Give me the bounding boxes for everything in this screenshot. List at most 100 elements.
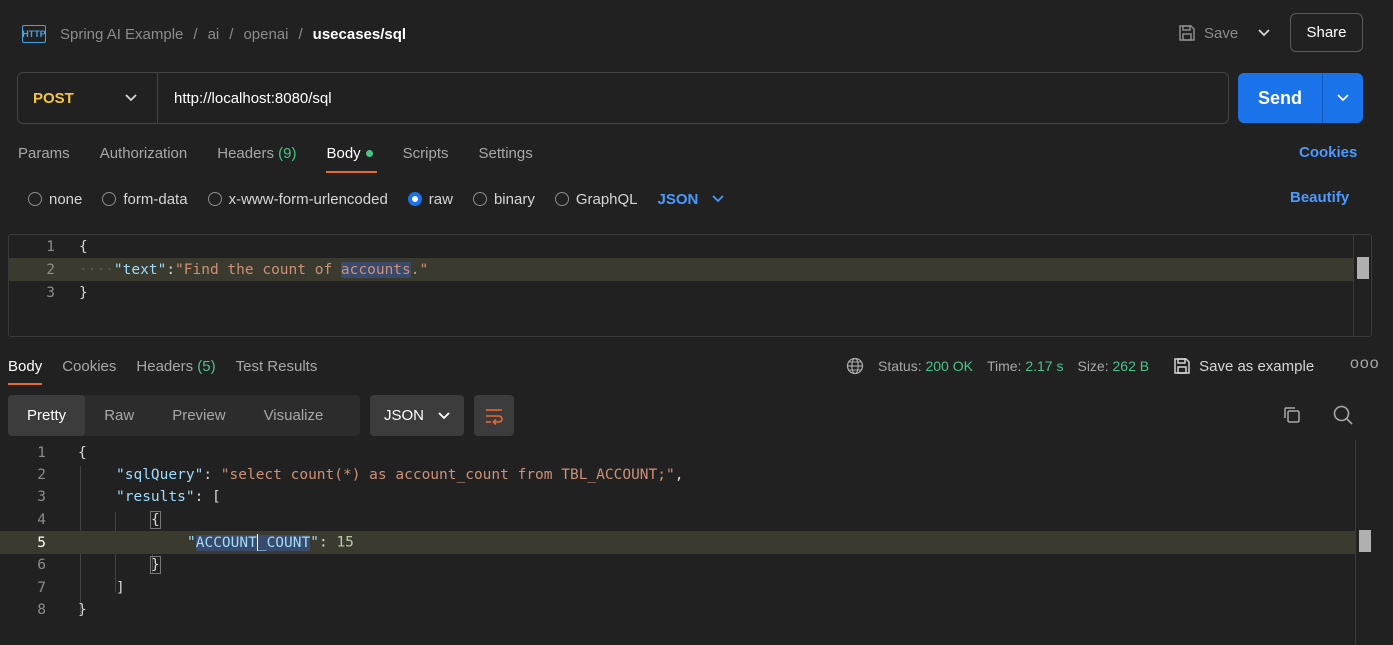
cookies-link[interactable]: Cookies <box>1299 144 1357 161</box>
breadcrumb-folder-openai[interactable]: openai <box>243 26 288 43</box>
send-button[interactable]: Send <box>1238 73 1363 123</box>
breadcrumb-separator: / <box>193 25 198 43</box>
radio-none-label: none <box>49 190 83 208</box>
radio-urlencoded-label: x-www-form-urlencoded <box>228 190 388 208</box>
tab-body[interactable]: Body <box>326 140 377 173</box>
more-options-icon[interactable]: ooo <box>1350 355 1380 373</box>
json-key-highlight: ACCOUNT <box>195 534 257 551</box>
tab-response-headers-label: Headers <box>136 357 194 375</box>
method-select[interactable]: POST <box>18 73 158 123</box>
json-key: "results" <box>116 488 195 505</box>
code-line: 1 { <box>9 235 1353 258</box>
json-string: "Find the count of <box>175 261 341 278</box>
code-text: { <box>78 444 87 461</box>
tab-body-label: Body <box>326 144 361 162</box>
code-line: 3 "results": [ <box>0 485 1355 508</box>
radio-raw-label: raw <box>428 190 453 208</box>
save-icon <box>1174 358 1190 374</box>
save-as-example-button[interactable]: Save as example <box>1173 357 1314 375</box>
response-format-select[interactable]: JSON <box>370 395 464 436</box>
radio-form-data-label: form-data <box>123 190 188 208</box>
url-input[interactable]: http://localhost:8080/sql <box>158 90 332 107</box>
breadcrumb-collection[interactable]: Spring AI Example <box>60 26 183 43</box>
tab-authorization[interactable]: Authorization <box>100 140 188 166</box>
radio-circle-selected <box>407 192 422 206</box>
code-line: 6 } <box>0 553 1355 576</box>
scrollbar-thumb[interactable] <box>1359 530 1371 552</box>
line-number: 3 <box>46 284 55 301</box>
save-options-button[interactable] <box>1248 18 1280 48</box>
body-format-value: JSON <box>657 190 699 208</box>
tab-response-body[interactable]: Body <box>8 354 43 385</box>
tab-params[interactable]: Params <box>18 140 70 166</box>
line-number: 3 <box>37 488 46 505</box>
view-visualize[interactable]: Visualize <box>245 395 343 436</box>
json-colon: : <box>318 534 337 551</box>
time-indicator[interactable]: Time: 2.17 s <box>987 358 1064 374</box>
response-tabs: Body Cookies Headers (5) Test Results <box>8 354 317 388</box>
code-line: 7 ] <box>0 576 1355 599</box>
size-label: Size: <box>1077 358 1109 374</box>
wrap-lines-button[interactable] <box>474 395 514 436</box>
response-scrollbar[interactable] <box>1355 440 1373 645</box>
radio-urlencoded[interactable]: x-www-form-urlencoded <box>207 190 388 208</box>
tab-scripts[interactable]: Scripts <box>403 140 449 166</box>
breadcrumb-folder-ai[interactable]: ai <box>208 26 220 43</box>
json-punct: : [ <box>194 488 221 505</box>
code-text-matched-brace: } <box>150 555 161 574</box>
line-number: 6 <box>37 556 46 573</box>
tab-headers-label: Headers <box>217 144 274 162</box>
request-tabs: Params Authorization Headers (9) Body Sc… <box>18 140 533 174</box>
share-button[interactable]: Share <box>1290 13 1363 52</box>
size-indicator[interactable]: Size: 262 B <box>1077 358 1149 374</box>
copy-icon[interactable] <box>1282 405 1302 425</box>
chevron-down-icon <box>125 94 137 102</box>
radio-binary-label: binary <box>493 190 535 208</box>
line-number: 5 <box>37 534 46 551</box>
breadcrumb-separator: / <box>229 25 234 43</box>
save-button[interactable]: Save <box>1178 20 1238 46</box>
tab-response-cookies[interactable]: Cookies <box>62 354 116 378</box>
globe-icon[interactable] <box>846 357 864 375</box>
tab-test-results[interactable]: Test Results <box>236 354 318 378</box>
json-key-quote: " <box>187 534 196 551</box>
line-number: 4 <box>37 511 46 528</box>
status-indicator[interactable]: Status: 200 OK <box>878 358 973 374</box>
beautify-button[interactable]: Beautify <box>1290 189 1349 206</box>
line-number: 2 <box>46 261 55 278</box>
json-comma: , <box>674 466 684 483</box>
body-type-options: none form-data x-www-form-urlencoded raw… <box>28 188 725 210</box>
code-line: 8 } <box>0 598 1355 621</box>
body-format-select[interactable]: JSON <box>658 191 725 208</box>
search-icon[interactable] <box>1332 404 1354 426</box>
response-view-mode: Pretty Raw Preview Visualize <box>8 395 360 436</box>
save-as-example-label: Save as example <box>1199 357 1315 375</box>
tab-headers[interactable]: Headers (9) <box>217 140 296 166</box>
code-line-current: 2 ····"text":"Find the count of accounts… <box>9 258 1353 281</box>
radio-circle <box>207 192 222 206</box>
breadcrumb-current-request[interactable]: usecases/sql <box>313 26 406 43</box>
http-request-icon: HTTP <box>22 25 46 43</box>
radio-graphql[interactable]: GraphQL <box>554 191 638 208</box>
radio-form-data[interactable]: form-data <box>102 190 188 208</box>
tab-settings[interactable]: Settings <box>479 140 533 166</box>
response-body-viewer[interactable]: 1 { 2 "sqlQuery": "select count(*) as ac… <box>0 440 1373 645</box>
send-options-button[interactable] <box>1322 73 1363 123</box>
tab-response-headers[interactable]: Headers (5) <box>136 354 215 378</box>
line-number: 7 <box>37 579 46 596</box>
view-raw[interactable]: Raw <box>85 395 153 436</box>
breadcrumb: HTTP Spring AI Example / ai / openai / u… <box>22 20 406 48</box>
radio-raw[interactable]: raw <box>407 190 453 208</box>
view-pretty[interactable]: Pretty <box>8 395 86 436</box>
chevron-down-icon <box>1337 94 1349 102</box>
json-key-highlight: _COUNT <box>257 534 311 551</box>
request-body-editor[interactable]: 1 { 2 ····"text":"Find the count of acco… <box>8 234 1372 337</box>
view-preview[interactable]: Preview <box>153 395 244 436</box>
editor-scrollbar[interactable] <box>1353 235 1371 336</box>
line-number: 1 <box>37 444 46 461</box>
radio-none[interactable]: none <box>28 191 82 208</box>
code-text: } <box>78 601 87 618</box>
radio-binary[interactable]: binary <box>472 190 535 208</box>
scrollbar-thumb[interactable] <box>1357 257 1369 279</box>
wrap-lines-icon <box>486 408 503 425</box>
